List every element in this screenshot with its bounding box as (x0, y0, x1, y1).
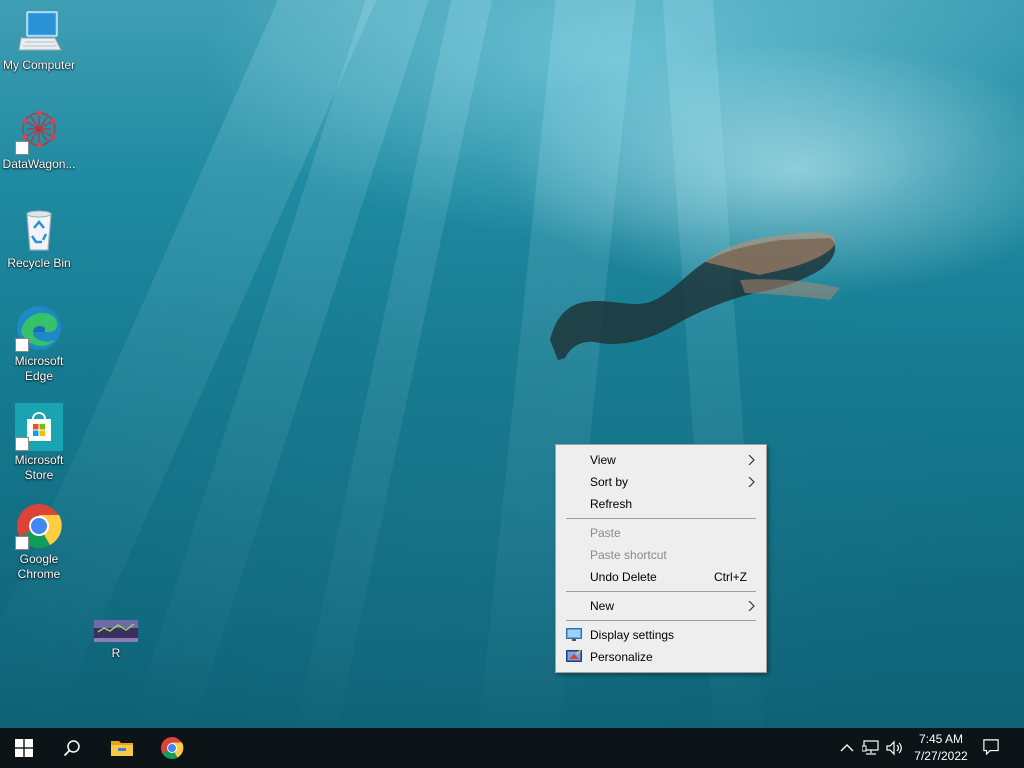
start-button[interactable] (0, 728, 48, 768)
menu-item-new[interactable]: New (556, 595, 766, 617)
desktop-icon-label: My Computer (2, 58, 76, 72)
display-settings-icon (566, 628, 582, 641)
chrome-icon (161, 737, 184, 759)
menu-separator (566, 620, 756, 621)
desktop-icon-r[interactable]: R (77, 612, 155, 661)
menu-item-refresh[interactable]: Refresh (556, 493, 766, 515)
notification-icon[interactable] (982, 739, 1000, 755)
desktop-icon-label: Microsoft Edge (14, 354, 64, 383)
desktop-icon-google-chrome[interactable]: Google Chrome (0, 502, 78, 582)
edge-icon (15, 304, 63, 352)
desktop-icon-datawagon[interactable]: DataWagon... (0, 107, 78, 172)
computer-icon (15, 8, 63, 56)
taskbar: 7:45 AM 7/27/2022 (0, 728, 1024, 768)
chevron-right-icon (748, 477, 755, 487)
store-icon (15, 403, 63, 451)
desktop-icon-label: Microsoft Store (14, 453, 64, 482)
clock-time: 7:45 AM (918, 732, 964, 746)
desktop-icon-microsoft-store[interactable]: Microsoft Store (0, 403, 78, 483)
volume-icon[interactable] (886, 740, 904, 756)
menu-separator (566, 518, 756, 519)
chevron-right-icon (748, 455, 755, 465)
shortcut-arrow-icon (15, 141, 29, 155)
search-button[interactable] (48, 728, 96, 768)
wallpaper-diver (550, 232, 840, 360)
menu-item-label: Refresh (590, 497, 633, 511)
chevron-up-icon[interactable] (838, 740, 856, 756)
desktop-icon-label: Google Chrome (17, 552, 61, 581)
menu-separator (566, 591, 756, 592)
r-image-icon (92, 612, 140, 644)
desktop-icon-recycle-bin[interactable]: Recycle Bin (0, 206, 78, 271)
file-explorer-button[interactable] (98, 728, 146, 768)
menu-item-shortcut: Ctrl+Z (714, 570, 747, 584)
chevron-right-icon (748, 601, 755, 611)
desktop-icon-label: Recycle Bin (7, 256, 71, 270)
network-icon[interactable] (862, 740, 880, 756)
desktop-icon-my-computer[interactable]: My Computer (0, 8, 78, 73)
desktop-context-menu: View Sort by Refresh Paste Paste shortcu… (555, 444, 767, 673)
desktop-icon-microsoft-edge[interactable]: Microsoft Edge (0, 304, 78, 384)
chrome-taskbar-button[interactable] (148, 728, 196, 768)
start-icon (15, 739, 33, 757)
shortcut-arrow-icon (15, 338, 29, 352)
menu-item-label: Display settings (590, 628, 675, 642)
taskbar-clock[interactable]: 7:45 AM 7/27/2022 (906, 731, 976, 765)
file-explorer-icon (111, 741, 133, 756)
menu-item-label: Undo Delete (590, 570, 657, 584)
menu-item-paste[interactable]: Paste (556, 522, 766, 544)
menu-item-label: Personalize (590, 650, 653, 664)
menu-item-display-settings[interactable]: Display settings (556, 624, 766, 646)
desktop-icon-label: DataWagon... (2, 157, 76, 171)
desktop[interactable]: My Computer DataWagon... Recycle Bin Mic… (0, 0, 1024, 728)
search-icon (63, 740, 80, 757)
menu-item-undo-delete[interactable]: Undo Delete Ctrl+Z (556, 566, 766, 588)
clock-date: 7/27/2022 (914, 749, 968, 763)
recycle-bin-icon (15, 206, 63, 254)
menu-item-label: Sort by (590, 475, 629, 489)
personalize-icon (566, 650, 582, 662)
menu-item-view[interactable]: View (556, 449, 766, 471)
chrome-icon (15, 502, 63, 550)
menu-item-paste-shortcut[interactable]: Paste shortcut (556, 544, 766, 566)
menu-item-personalize[interactable]: Personalize (556, 646, 766, 668)
shortcut-arrow-icon (15, 536, 29, 550)
menu-item-label: View (590, 453, 616, 467)
desktop-icon-label: R (111, 646, 121, 660)
menu-item-label: Paste shortcut (590, 548, 667, 562)
shortcut-arrow-icon (15, 437, 29, 451)
menu-item-sort-by[interactable]: Sort by (556, 471, 766, 493)
datawagon-icon (15, 107, 63, 155)
menu-item-label: New (590, 599, 615, 613)
menu-item-label: Paste (590, 526, 621, 540)
